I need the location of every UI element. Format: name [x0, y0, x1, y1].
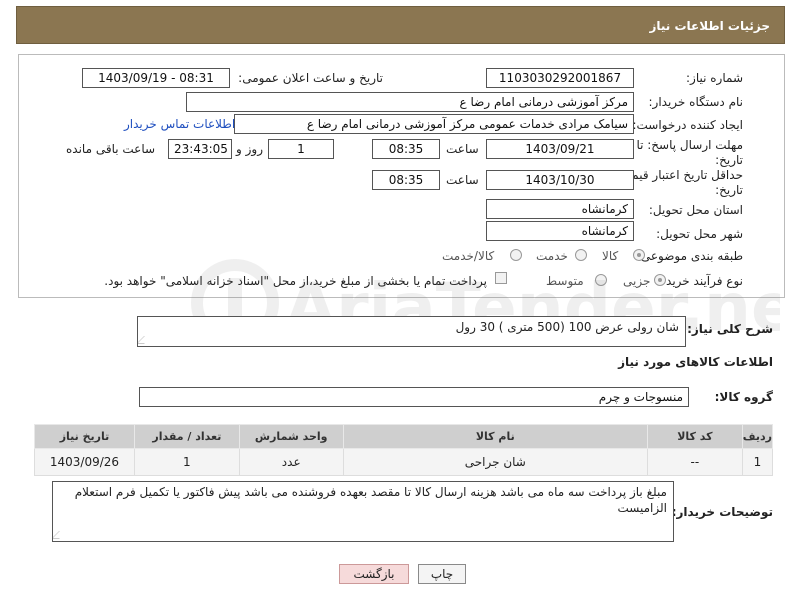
col-need-date: تاریخ نیاز [34, 424, 135, 449]
process-label: نوع فرآیند خرید : [658, 274, 743, 288]
treasury-payment-checkbox[interactable] [495, 272, 507, 284]
col-row-number: ردیف [741, 424, 774, 449]
col-unit: واحد شمارش [238, 424, 344, 449]
buyer-label: نام دستگاه خریدار: [648, 95, 744, 109]
creator-label: ایجاد کننده درخواست: [632, 118, 743, 132]
need-number-label: شماره نیاز: [686, 71, 743, 85]
buyer-name-field: مرکز آموزشی درمانی امام رضا ع [186, 92, 634, 112]
category-label: طبقه بندی موضوعی: [636, 249, 743, 263]
city-field: کرمانشاه [486, 221, 634, 241]
process-option-minor: جزیی [623, 274, 651, 288]
validity-date-field: 1403/10/30 [486, 170, 634, 190]
process-radio-medium[interactable] [595, 274, 607, 286]
buyer-notes-text: مبلغ باز پرداخت سه ماه می باشد هزینه ارس… [74, 485, 667, 515]
print-button[interactable]: چاپ [418, 564, 466, 584]
deadline-time-label: ساعت [446, 142, 479, 156]
category-option-service: خدمت [536, 249, 568, 263]
city-label: شهر محل تحویل: [656, 227, 743, 241]
cell-row-number: 1 [741, 448, 774, 476]
category-radio-service[interactable] [575, 249, 587, 261]
creator-field: سیامک مرادی خدمات عمومی مرکز آموزشی درما… [234, 114, 634, 134]
province-field: کرمانشاه [486, 199, 634, 219]
goods-section-title: اطلاعات کالاهای مورد نیاز [618, 355, 773, 369]
col-goods-name: نام کالا [342, 424, 648, 449]
resize-grip-icon[interactable] [138, 336, 152, 344]
remaining-time-field: 23:43:05 [168, 139, 232, 159]
category-radio-both[interactable] [510, 249, 522, 261]
need-number-field: 1103030292001867 [486, 68, 634, 88]
summary-text: شان رولی عرض 100 (500 متری ) 30 رول [455, 320, 679, 334]
category-option-both: کالا/خدمت [442, 249, 495, 263]
buyer-notes-textarea: مبلغ باز پرداخت سه ماه می باشد هزینه ارس… [52, 481, 674, 542]
deadline-time-field: 08:35 [372, 139, 440, 159]
summary-textarea: شان رولی عرض 100 (500 متری ) 30 رول [137, 316, 686, 347]
announce-datetime-field: 1403/09/19 - 08:31 [82, 68, 230, 88]
category-option-goods: کالا [602, 249, 619, 263]
cell-goods-code: -- [646, 448, 743, 476]
cell-need-date: 1403/09/26 [34, 448, 135, 476]
deadline-label-date: تاریخ: [715, 153, 743, 167]
validity-time-label: ساعت [446, 173, 479, 187]
back-button[interactable]: بازگشت [339, 564, 409, 584]
buyer-contact-link[interactable]: اطلاعات تماس خریدار [124, 117, 235, 131]
goods-group-field: منسوجات و چرم [139, 387, 689, 407]
resize-grip-icon[interactable] [53, 531, 67, 539]
col-goods-code: کد کالا [646, 424, 743, 449]
col-quantity: تعداد / مقدار [133, 424, 240, 449]
goods-table-header: ردیف کد کالا نام کالا واحد شمارش تعداد /… [34, 424, 774, 449]
province-label: استان محل تحویل: [648, 203, 743, 217]
remaining-label: ساعت باقی مانده [66, 142, 156, 156]
cell-unit: عدد [238, 448, 344, 476]
table-row: 1 -- شان جراحی عدد 1 1403/09/26 [34, 448, 774, 476]
category-radio-goods[interactable] [633, 249, 645, 261]
cell-quantity: 1 [133, 448, 240, 476]
validity-time-field: 08:35 [372, 170, 440, 190]
days-remaining-field: 1 [268, 139, 334, 159]
page-title-bar: جزئیات اطلاعات نیاز [16, 6, 785, 44]
treasury-payment-note: پرداخت تمام یا بخشی از مبلغ خرید،از محل … [104, 274, 487, 288]
process-radio-minor[interactable] [654, 274, 666, 286]
days-label: روز و [236, 142, 263, 156]
page-title: جزئیات اطلاعات نیاز [649, 19, 770, 33]
goods-group-label: گروه کالا: [714, 390, 773, 404]
cell-goods-name: شان جراحی [342, 448, 648, 476]
announce-label: تاریخ و ساعت اعلان عمومی: [238, 71, 383, 85]
validity-label-date: تاریخ: [715, 183, 743, 197]
deadline-label: مهلت ارسال پاسخ: تا [636, 138, 743, 152]
goods-table: ردیف کد کالا نام کالا واحد شمارش تعداد /… [34, 424, 774, 476]
summary-label: شرح کلی نیاز: [687, 322, 773, 336]
buyer-notes-label: توضیحات خریدار: [671, 505, 773, 519]
process-option-medium: متوسط [546, 274, 584, 288]
deadline-date-field: 1403/09/21 [486, 139, 634, 159]
